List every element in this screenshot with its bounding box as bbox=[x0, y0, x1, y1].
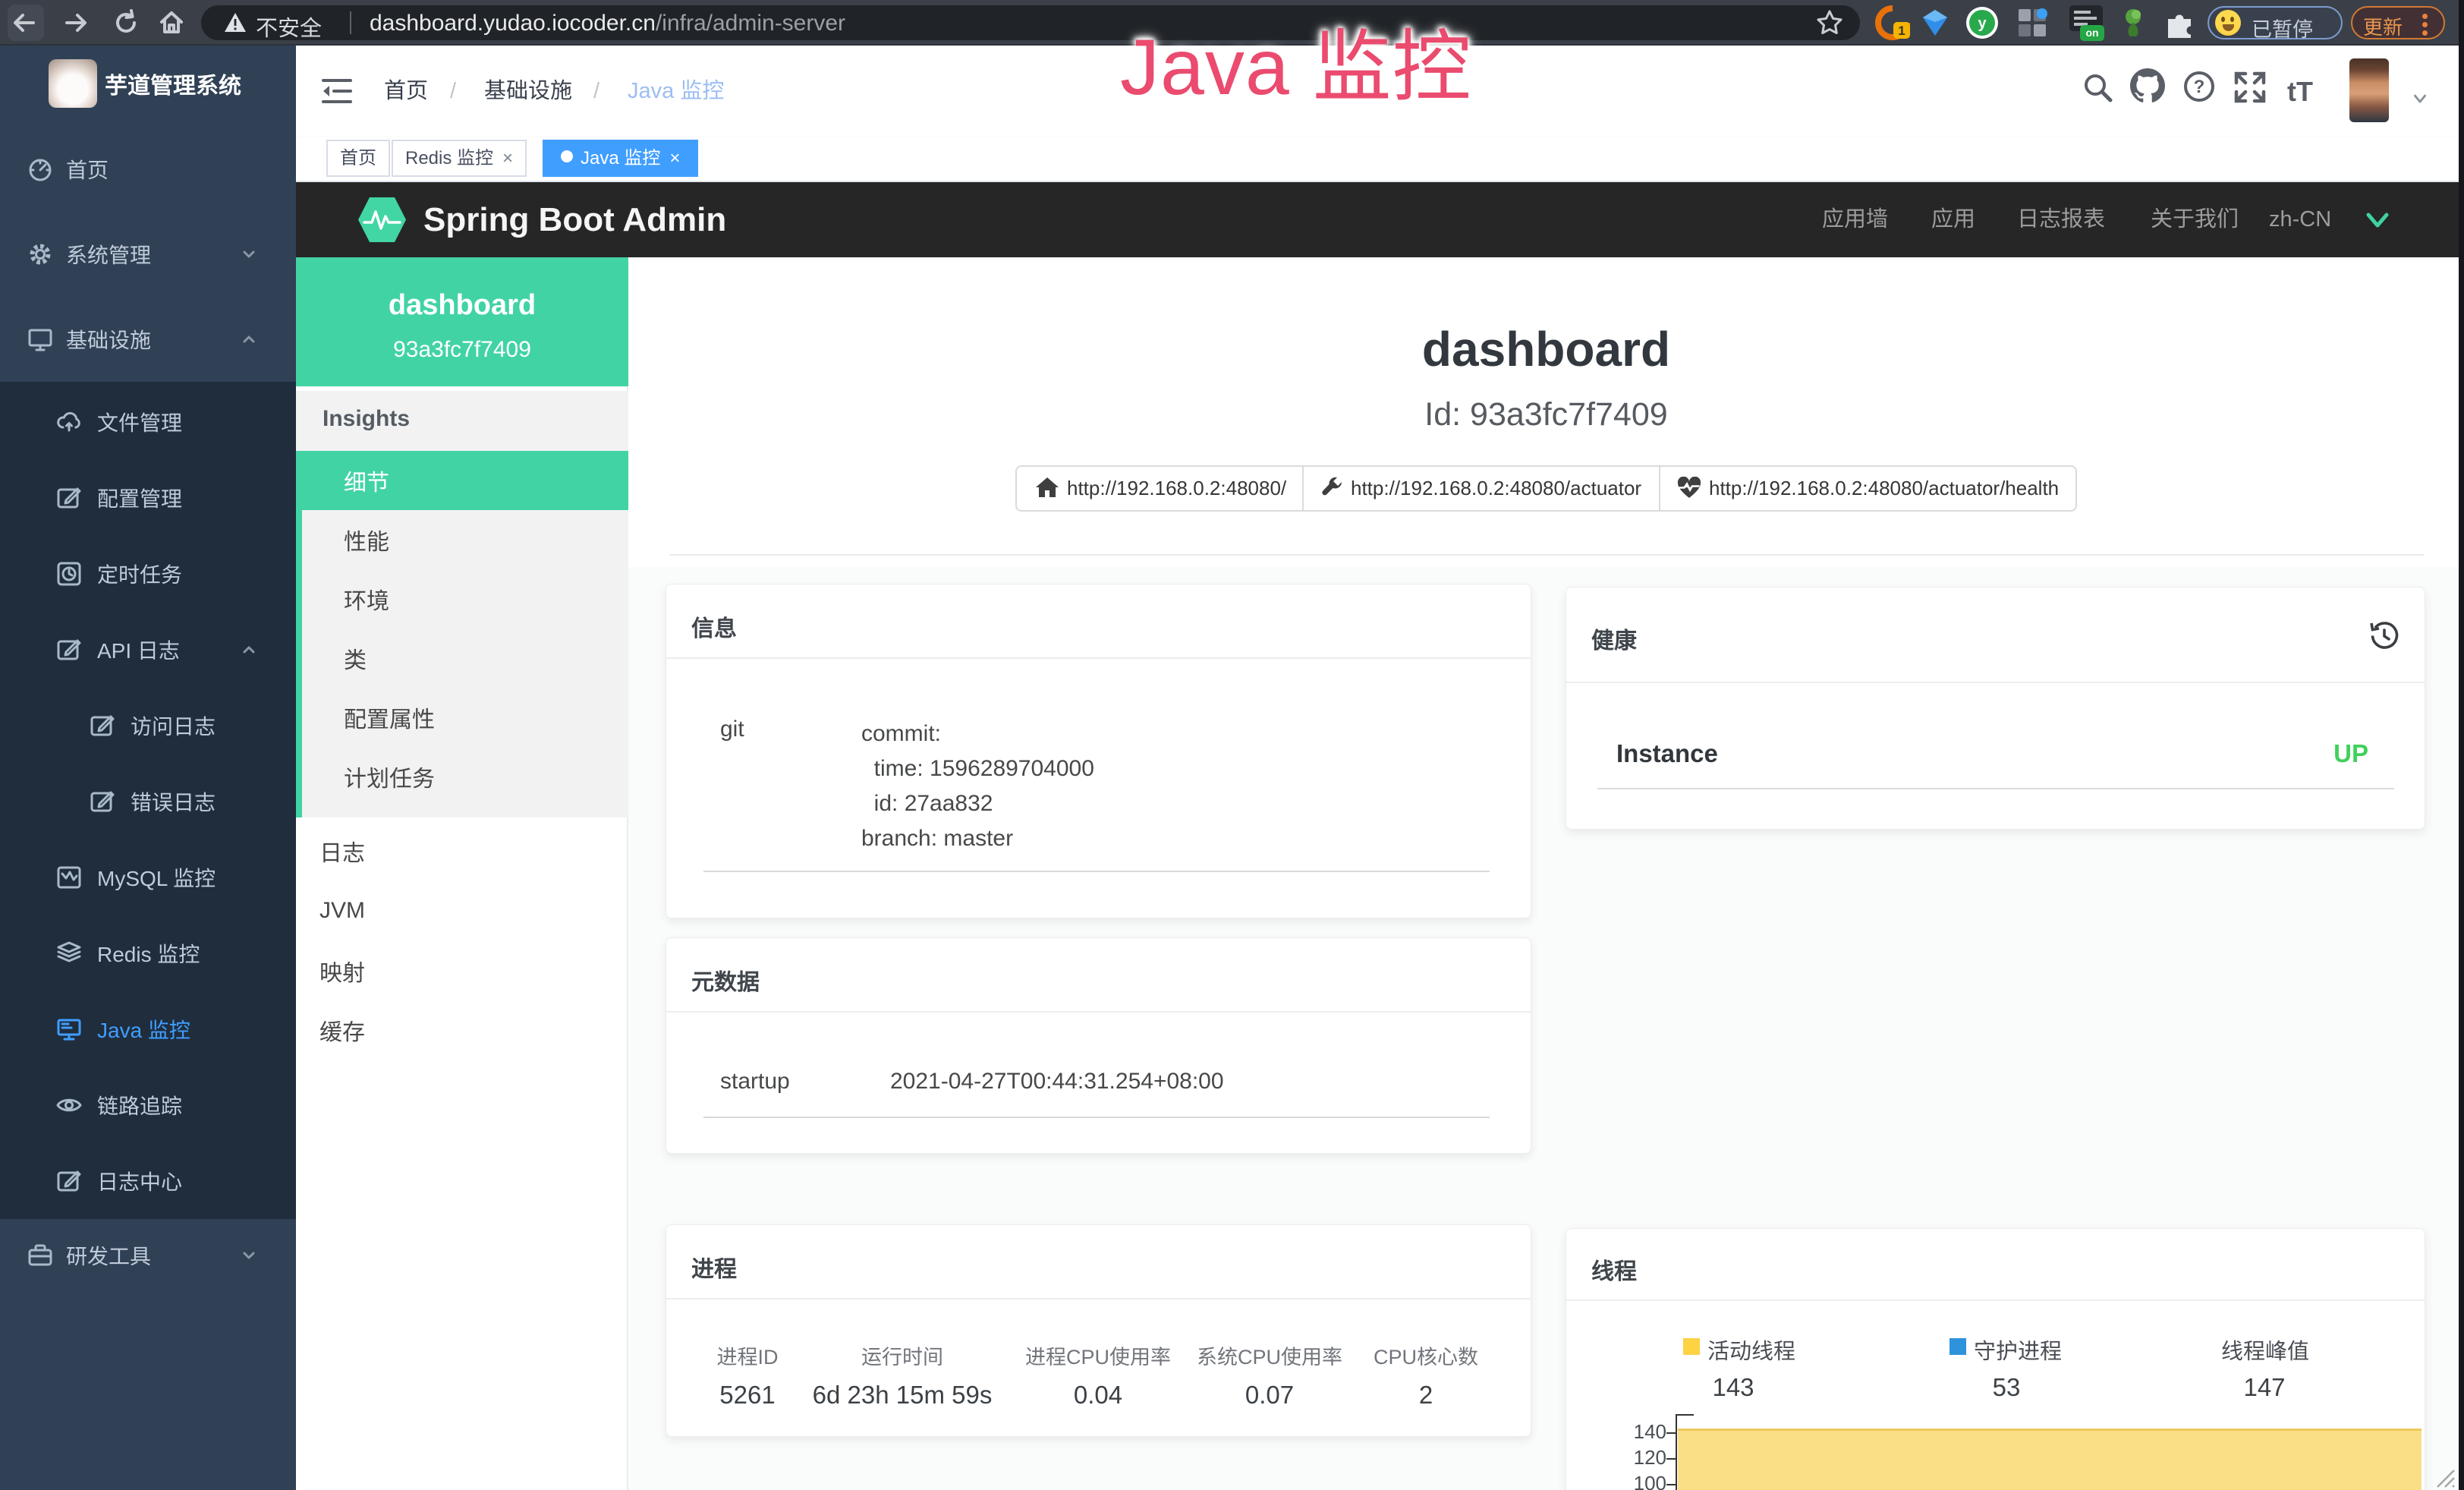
svg-text:y: y bbox=[1978, 15, 1987, 32]
svg-text:1: 1 bbox=[1898, 24, 1905, 38]
svg-text:on: on bbox=[2085, 27, 2098, 39]
svg-text:?: ? bbox=[2194, 77, 2205, 97]
